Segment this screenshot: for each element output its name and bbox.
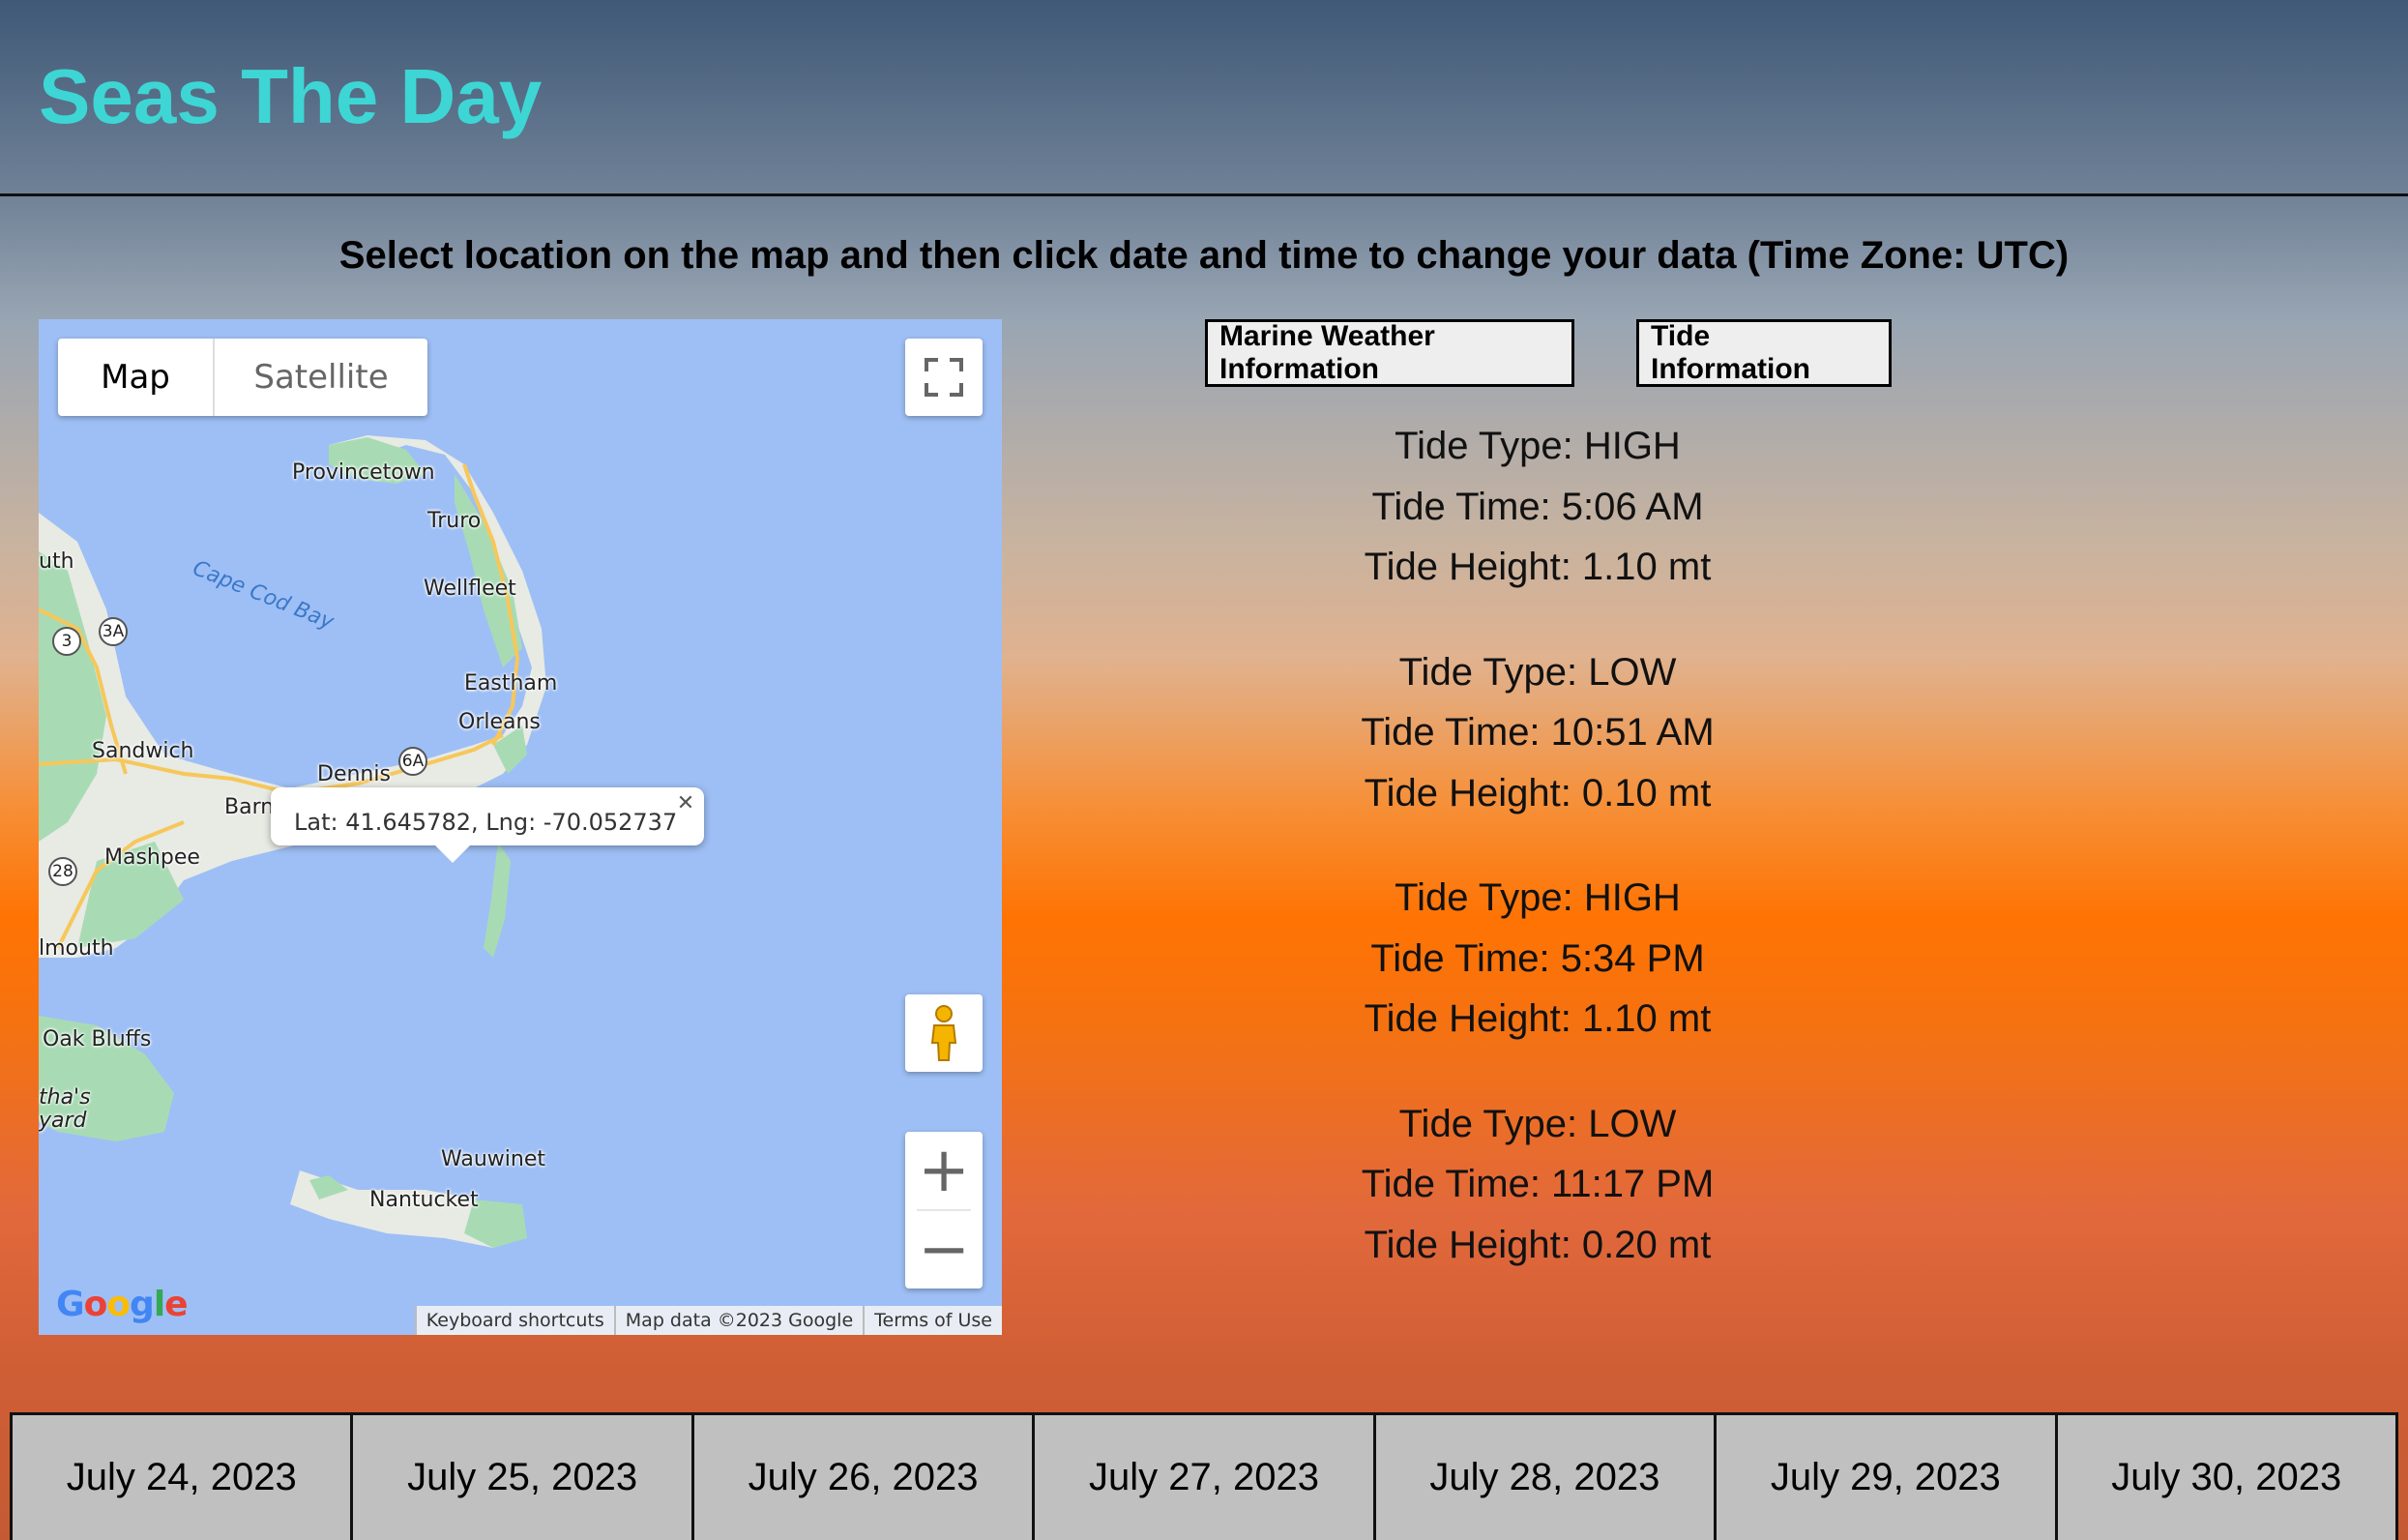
google-logo: Google (56, 1285, 189, 1324)
map-label-falmouth: lmouth (39, 936, 114, 961)
date-button[interactable]: July 24, 2023 (13, 1415, 354, 1540)
map-label-eastham: Eastham (464, 671, 558, 696)
map-label-vineyard-a: tha's (39, 1085, 91, 1110)
map-attribution: Keyboard shortcuts Map data ©2023 Google… (414, 1306, 1002, 1335)
info-tabs: Marine Weather Information Tide Informat… (1205, 319, 1892, 387)
map-label-wellfleet: Wellfleet (424, 577, 516, 601)
coordinates-text: Lat: 41.645782, Lng: -70.052737 (294, 809, 678, 836)
date-button[interactable]: July 25, 2023 (353, 1415, 694, 1540)
street-view-pegman[interactable] (905, 994, 983, 1072)
instruction-text: Select location on the map and then clic… (338, 234, 2070, 277)
header: Seas The Day (0, 0, 2408, 196)
map-type-control: Map Satellite (58, 339, 427, 416)
date-button[interactable]: July 27, 2023 (1035, 1415, 1376, 1540)
zoom-out-icon[interactable]: − (905, 1211, 983, 1288)
tide-type: Tide Type: LOW (1398, 1102, 1677, 1145)
map-label-orleans: Orleans (458, 710, 541, 734)
map-label-south: uth (39, 549, 74, 574)
map-label-nantucket: Nantucket (369, 1188, 479, 1212)
map-label-dennis: Dennis (317, 762, 391, 786)
date-button[interactable]: July 26, 2023 (693, 1415, 1036, 1540)
map-data-text: Map data ©2023 Google (613, 1306, 864, 1335)
map[interactable]: Map Satellite + − Provincetown Truro Cap… (39, 319, 1002, 1335)
route-6a-shield: 6A (398, 747, 427, 776)
tide-time: Tide Time: 5:06 AM (1371, 485, 1704, 528)
fullscreen-button[interactable] (905, 339, 983, 416)
coordinates-info-window: Lat: 41.645782, Lng: -70.052737 ✕ (271, 787, 705, 863)
map-label-truro: Truro (427, 509, 482, 533)
pegman-icon (930, 1005, 957, 1061)
tide-time: Tide Time: 10:51 AM (1361, 711, 1715, 754)
tide-entry: Tide Type: LOW Tide Time: 10:51 AM Tide … (1248, 642, 1828, 824)
date-button[interactable]: July 28, 2023 (1375, 1415, 1718, 1540)
info-window-pointer (435, 845, 470, 863)
zoom-control: + − (905, 1132, 983, 1288)
map-label-barnstable: Barn (224, 795, 275, 819)
tide-type: Tide Type: HIGH (1395, 425, 1681, 467)
map-label-vineyard-b: yard (39, 1109, 87, 1133)
tide-height: Tide Height: 1.10 mt (1364, 546, 1712, 588)
terms-of-use-link[interactable]: Terms of Use (863, 1306, 1002, 1335)
tide-information-button[interactable]: Tide Information (1636, 319, 1892, 387)
tide-entry: Tide Type: HIGH Tide Time: 5:34 PM Tide … (1248, 868, 1828, 1050)
tide-height: Tide Height: 0.10 mt (1364, 771, 1712, 814)
tide-entry: Tide Type: HIGH Tide Time: 5:06 AM Tide … (1248, 416, 1828, 598)
tide-entry: Tide Type: LOW Tide Time: 11:17 PM Tide … (1248, 1094, 1828, 1276)
route-3-shield: 3 (52, 627, 81, 656)
map-label-mashpee: Mashpee (104, 845, 200, 870)
keyboard-shortcuts-link[interactable]: Keyboard shortcuts (414, 1306, 614, 1335)
satellite-view-button[interactable]: Satellite (215, 339, 427, 416)
tide-height: Tide Height: 0.20 mt (1364, 1223, 1712, 1266)
fullscreen-icon (925, 358, 963, 397)
date-button[interactable]: July 30, 2023 (2057, 1415, 2395, 1540)
tide-time: Tide Time: 11:17 PM (1361, 1163, 1715, 1205)
map-view-button[interactable]: Map (58, 339, 215, 416)
tide-type: Tide Type: LOW (1398, 650, 1677, 694)
route-3a-shield: 3A (99, 617, 128, 646)
map-label-wauwinet: Wauwinet (441, 1147, 545, 1171)
tide-list: Tide Type: HIGH Tide Time: 5:06 AM Tide … (1248, 416, 1828, 1319)
route-28-shield: 28 (48, 857, 77, 886)
marine-weather-button[interactable]: Marine Weather Information (1205, 319, 1574, 387)
zoom-in-icon[interactable]: + (905, 1132, 983, 1209)
tide-type: Tide Type: HIGH (1395, 876, 1681, 919)
map-label-oak-bluffs: Oak Bluffs (43, 1027, 152, 1051)
tide-time: Tide Time: 5:34 PM (1370, 936, 1705, 980)
date-button[interactable]: July 29, 2023 (1717, 1415, 2058, 1540)
map-label-provincetown: Provincetown (292, 460, 435, 485)
tide-height: Tide Height: 1.10 mt (1364, 997, 1712, 1040)
close-icon[interactable]: ✕ (677, 791, 694, 815)
site-title: Seas The Day (39, 53, 543, 139)
map-label-sandwich: Sandwich (92, 739, 194, 763)
date-selector: July 24, 2023 July 25, 2023 July 26, 202… (10, 1412, 2398, 1540)
